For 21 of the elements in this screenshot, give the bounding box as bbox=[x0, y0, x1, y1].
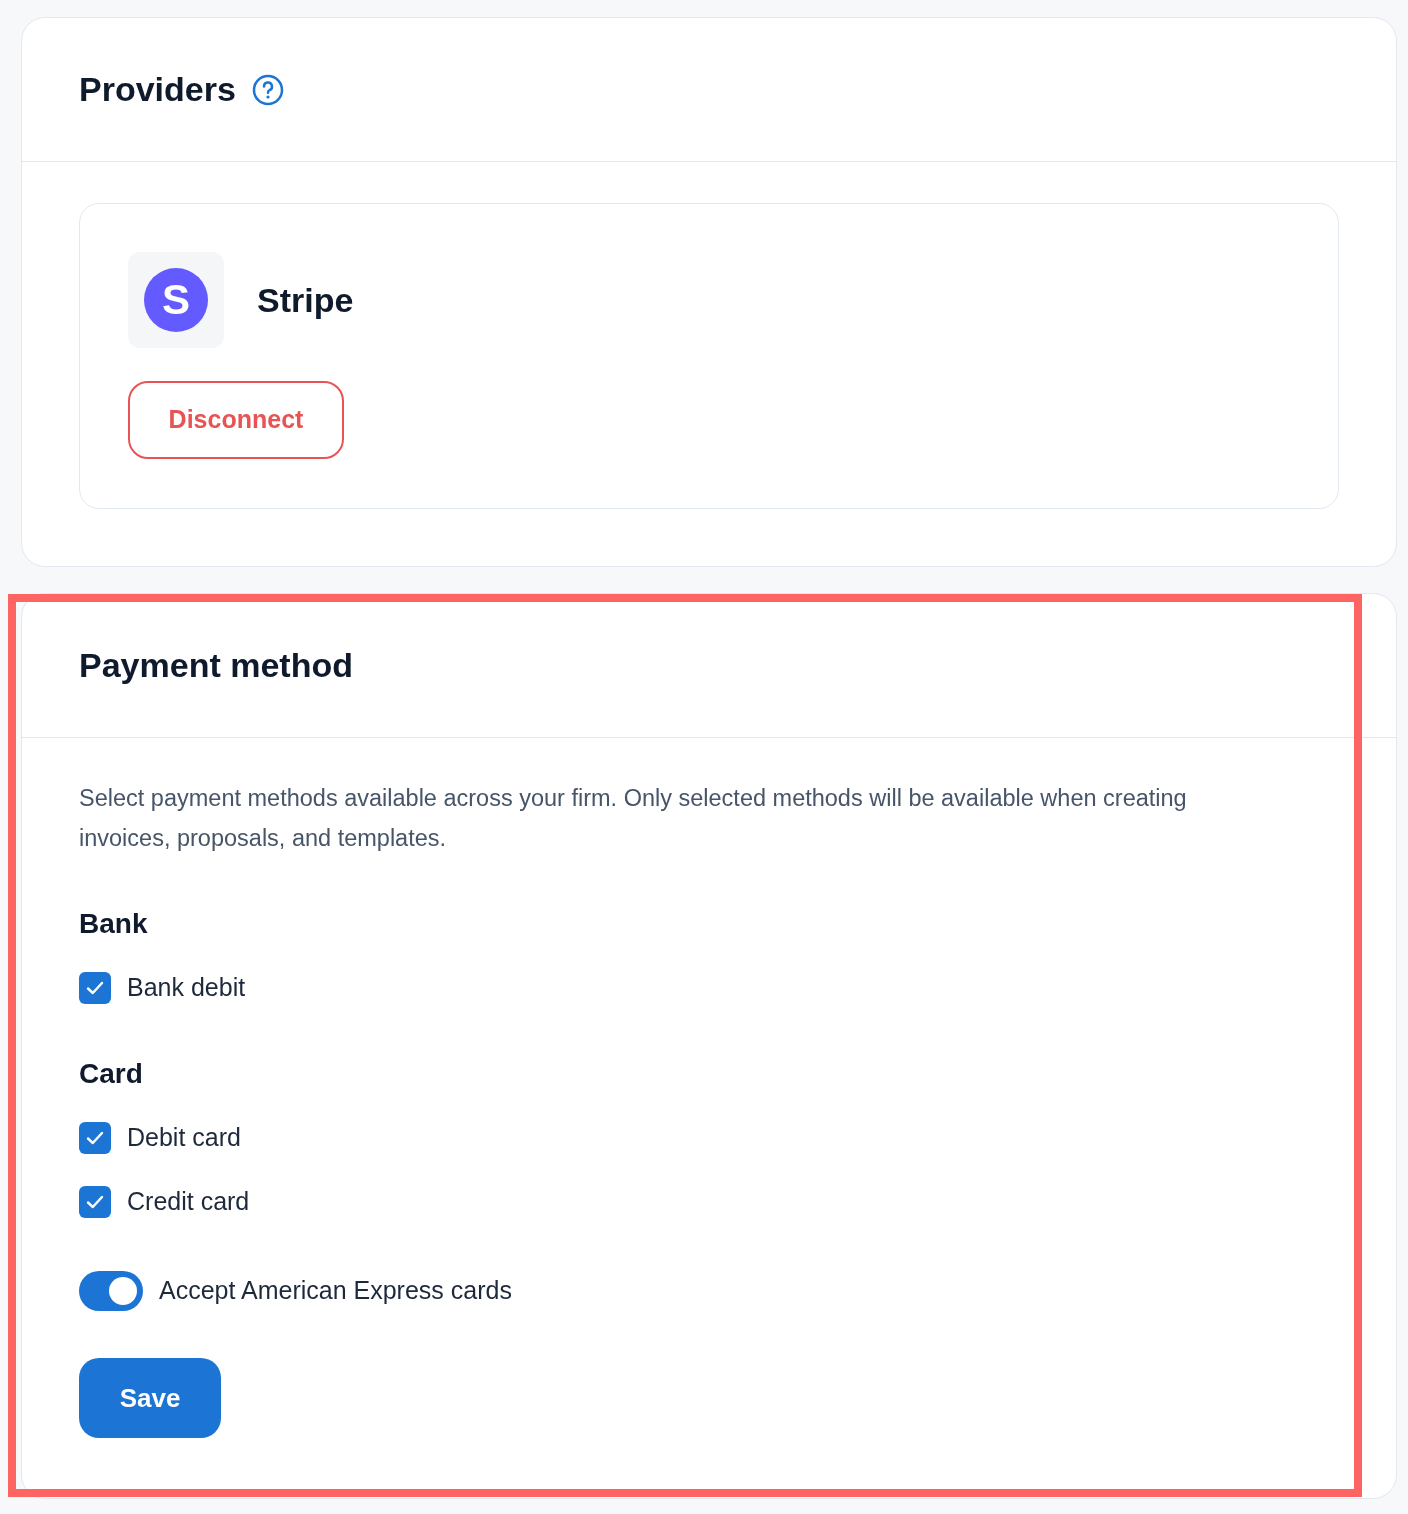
description-text: Select payment methods available across your firm. Only selected methods will be available when creating invoices, proposals, and templates. bbox=[79, 784, 1188, 853]
save-button[interactable]: Save bbox=[79, 1358, 221, 1438]
checkbox[interactable] bbox=[79, 1186, 111, 1218]
group-title: Bank bbox=[79, 907, 148, 941]
disconnect-button[interactable]: Disconnect bbox=[128, 381, 344, 459]
help-icon[interactable] bbox=[251, 73, 284, 106]
toggle-switch[interactable] bbox=[79, 1271, 143, 1311]
group-title: Card bbox=[79, 1057, 143, 1091]
section-title: Providers bbox=[79, 69, 236, 110]
option-label: Bank debit bbox=[127, 972, 246, 1004]
check-icon bbox=[86, 1195, 104, 1209]
checkbox[interactable] bbox=[79, 1122, 111, 1154]
check-icon bbox=[86, 981, 104, 995]
option-label: Debit card bbox=[127, 1122, 241, 1154]
checkbox[interactable] bbox=[79, 972, 111, 1004]
option-label: Credit card bbox=[127, 1186, 250, 1218]
provider-name: Stripe bbox=[257, 279, 354, 321]
logo-badge: S bbox=[144, 268, 208, 332]
toggle-label: Accept American Express cards bbox=[159, 1275, 512, 1307]
check-icon bbox=[86, 1131, 104, 1145]
section-title: Payment method bbox=[79, 645, 353, 686]
